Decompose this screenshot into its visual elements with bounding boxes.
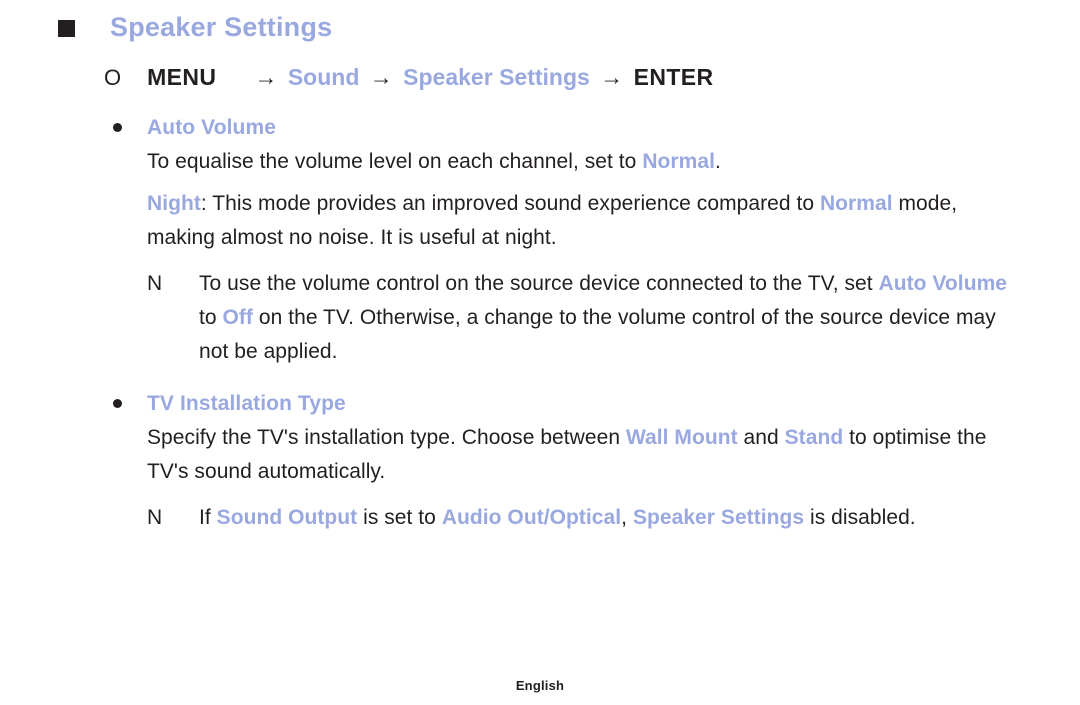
- note-marker-icon: N: [147, 506, 163, 529]
- auto-volume-p1: To equalise the volume level on each cha…: [0, 145, 1080, 179]
- section-heading-0: Auto Volume: [0, 112, 1080, 143]
- menu-path-step-sound[interactable]: Sound: [288, 64, 360, 90]
- page-title-row: Speaker Settings: [58, 12, 332, 43]
- auto-volume-p2-text-1: : This mode provides an improved sound e…: [200, 192, 820, 215]
- auto-volume-p2-accent-0[interactable]: Night: [147, 192, 201, 215]
- auto-volume-note-accent-1[interactable]: Auto Volume: [879, 272, 1008, 295]
- auto-volume-note-text-2: to: [199, 306, 223, 329]
- section-label[interactable]: Auto Volume: [147, 112, 1080, 143]
- tv-install-note-accent-3[interactable]: Audio Out/Optical: [442, 506, 621, 529]
- note-marker-icon: N: [147, 272, 163, 295]
- auto-volume-p2-accent-2[interactable]: Normal: [820, 192, 893, 215]
- circle-icon: O: [104, 65, 122, 90]
- menu-button-label[interactable]: MENU: [147, 64, 216, 91]
- manual-page: Speaker Settings O MENU → Sound → Speake…: [0, 0, 1080, 705]
- auto-volume-p1-accent-1[interactable]: Normal: [642, 150, 715, 173]
- tv-install-p1-text-0: Specify the TV's installation type. Choo…: [147, 426, 626, 449]
- tv-install-note-accent-1[interactable]: Sound Output: [217, 506, 358, 529]
- arrow-icon-2: →: [369, 64, 393, 90]
- section-heading-1: TV Installation Type: [0, 388, 1080, 419]
- tv-install-note-text-6: is disabled.: [804, 506, 916, 529]
- footer-language: English: [515, 678, 565, 693]
- section-label[interactable]: TV Installation Type: [147, 388, 1080, 419]
- page-title: Speaker Settings: [110, 12, 333, 42]
- content-body: Auto Volume To equalise the volume level …: [0, 112, 1080, 535]
- tv-install-note-accent-5[interactable]: Speaker Settings: [633, 506, 804, 529]
- bullet-dot-icon: [113, 123, 122, 132]
- arrow-icon-3: →: [600, 64, 624, 90]
- tv-install-note: N If Sound Output is set to Audio Out/Opt…: [0, 501, 1080, 535]
- menu-path-chain: → Sound → Speaker Settings → ENTER: [250, 64, 713, 91]
- auto-volume-note-text-0: To use the volume control on the source …: [199, 272, 879, 295]
- auto-volume-p2: Night: This mode provides an improved so…: [0, 187, 1080, 255]
- tv-install-p1-text-2: and: [737, 426, 785, 449]
- tv-install-p1: Specify the TV's installation type. Choo…: [0, 421, 1080, 489]
- auto-volume-p1-text-0: To equalise the volume level on each cha…: [147, 150, 643, 173]
- enter-button-label[interactable]: ENTER: [634, 64, 714, 90]
- filled-square-icon: [58, 20, 75, 37]
- auto-volume-note-accent-3[interactable]: Off: [223, 306, 253, 329]
- tv-install-note-text-4: ,: [621, 506, 633, 529]
- bullet-dot-icon: [113, 399, 122, 408]
- auto-volume-note-text-4: on the TV. Otherwise, a change to the vo…: [199, 306, 996, 363]
- menu-path-step-speaker-settings[interactable]: Speaker Settings: [403, 64, 590, 90]
- tv-install-p1-accent-3[interactable]: Stand: [785, 426, 844, 449]
- arrow-icon-1: →: [254, 64, 278, 90]
- menu-path: O MENU → Sound → Speaker Settings → ENTE…: [104, 64, 714, 91]
- auto-volume-p1-text-2: .: [714, 150, 721, 173]
- tv-install-p1-accent-1[interactable]: Wall Mount: [626, 426, 738, 449]
- auto-volume-note: N To use the volume control on the source…: [0, 267, 1080, 369]
- tv-install-note-text-0: If: [199, 506, 217, 529]
- tv-install-note-text-2: is set to: [357, 506, 442, 529]
